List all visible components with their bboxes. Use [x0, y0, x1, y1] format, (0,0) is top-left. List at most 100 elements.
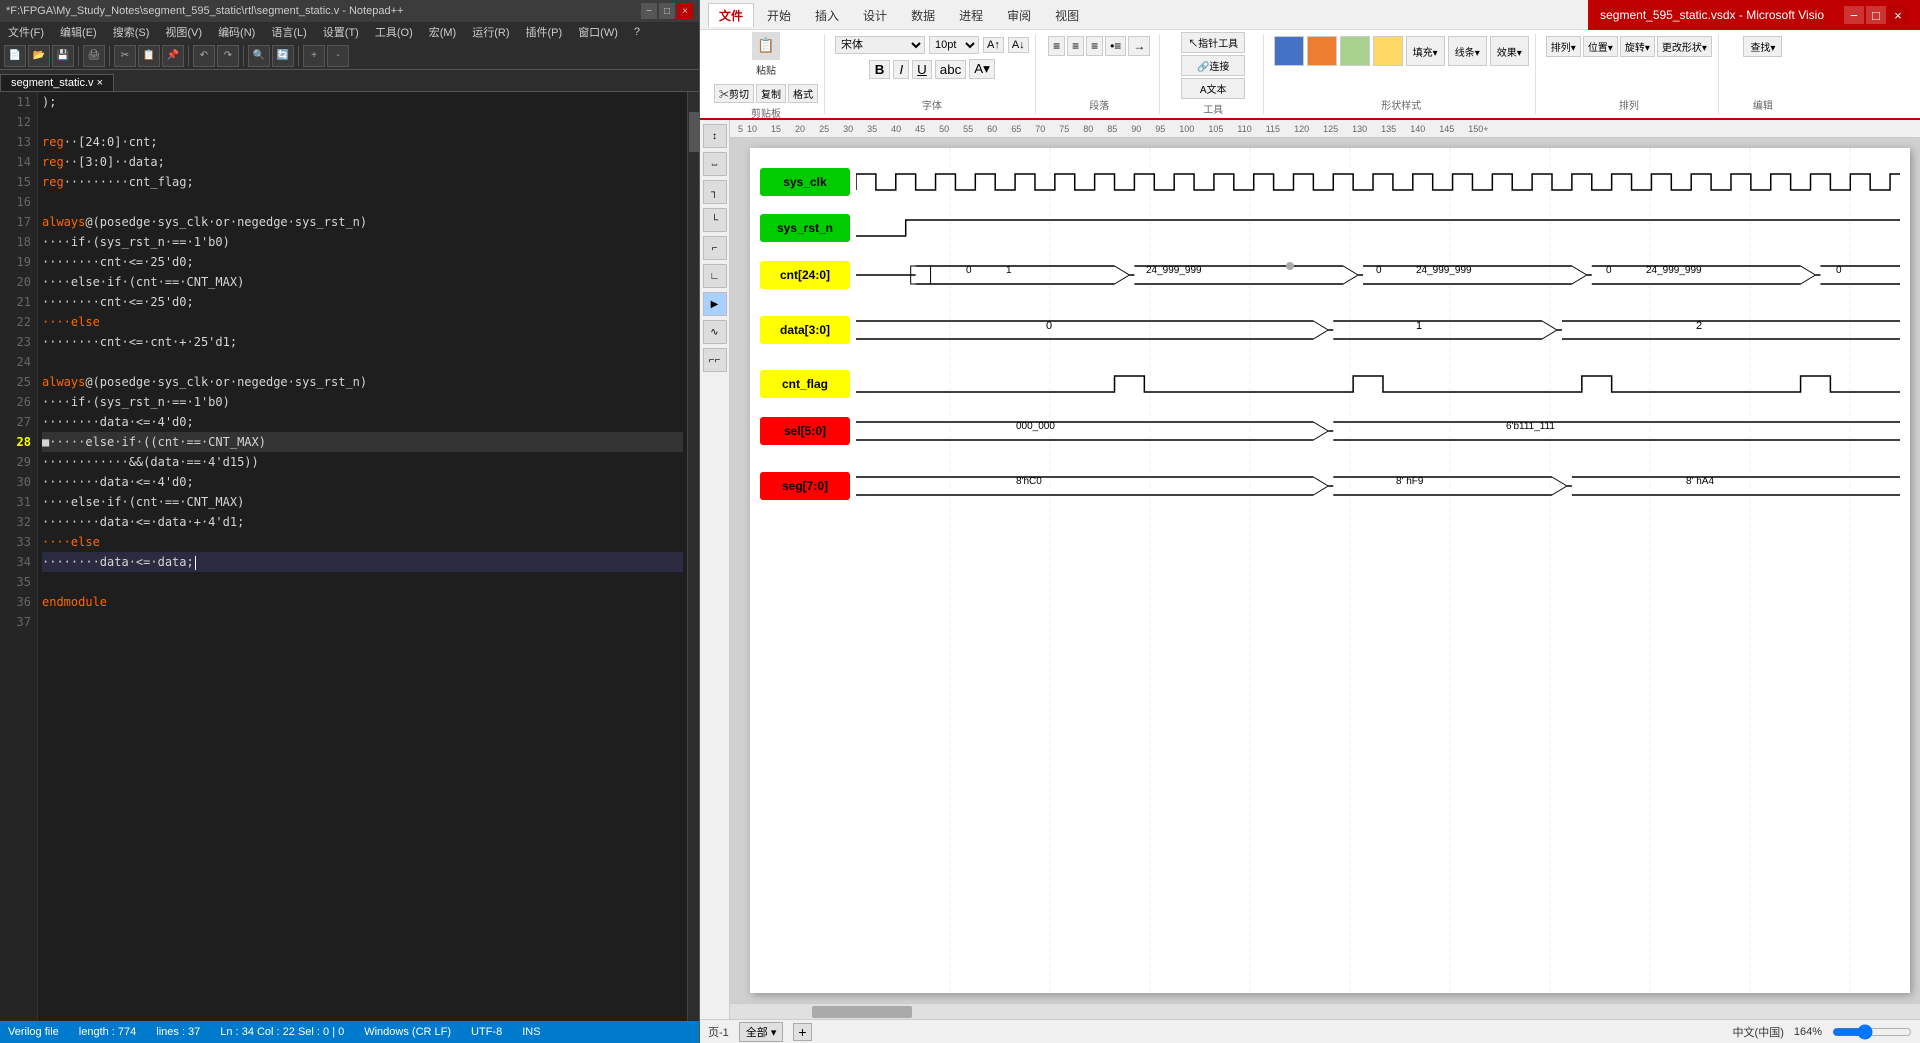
font-decrease-btn[interactable]: A↓ — [1008, 37, 1029, 53]
left-tool-6[interactable]: ∟ — [703, 264, 727, 288]
tab-design[interactable]: 设计 — [852, 3, 898, 27]
visio-close-btn[interactable]: × — [1888, 6, 1908, 24]
left-tool-step[interactable]: ⌐⌐ — [703, 348, 727, 372]
notepad-maximize-btn[interactable]: □ — [659, 3, 675, 19]
left-tool-1[interactable]: ↕ — [703, 124, 727, 148]
visio-canvas[interactable]: sys_clk sys_rst_n — [730, 138, 1920, 1003]
bold-btn[interactable]: B — [869, 60, 891, 79]
pointer-tool-btn[interactable]: ↖指针工具 — [1181, 32, 1245, 53]
bullet-btn[interactable]: •≡ — [1105, 36, 1126, 56]
toolbar-replace[interactable]: 🔄 — [272, 45, 294, 67]
menu-macro[interactable]: 宏(M) — [425, 24, 461, 40]
toolbar-redo[interactable]: ↷ — [217, 45, 239, 67]
ribbon-paste-btn[interactable]: 📋 粘贴 — [746, 30, 786, 80]
visio-minimize-btn[interactable]: − — [1844, 6, 1864, 24]
left-tool-4[interactable]: └ — [703, 208, 727, 232]
menu-plugins[interactable]: 插件(P) — [522, 24, 567, 40]
toolbar-paste[interactable]: 📌 — [162, 45, 184, 67]
tab-segment-static[interactable]: segment_static.v × — [0, 74, 114, 91]
menu-view[interactable]: 视图(V) — [161, 24, 206, 40]
visio-maximize-btn[interactable]: □ — [1866, 6, 1886, 24]
tab-home[interactable]: 开始 — [756, 3, 802, 27]
tab-process[interactable]: 进程 — [948, 3, 994, 27]
toolbar-new[interactable]: 📄 — [4, 45, 26, 67]
notepad-minimize-btn[interactable]: − — [641, 3, 657, 19]
underline-btn[interactable]: U — [912, 60, 932, 79]
menu-settings[interactable]: 设置(T) — [319, 24, 363, 40]
line-btn[interactable]: 线条▾ — [1448, 36, 1487, 66]
line-num-35: 35 — [6, 572, 31, 592]
paragraph-btns: ≡ ≡ ≡ •≡ → — [1048, 36, 1150, 56]
menu-help[interactable]: ? — [630, 26, 644, 38]
resize-btn[interactable]: 更改形状▾ — [1657, 36, 1712, 57]
tab-file[interactable]: 文件 — [708, 3, 754, 27]
tab-data[interactable]: 数据 — [900, 3, 946, 27]
find-btn[interactable]: 查找▾ — [1743, 36, 1782, 57]
effects-btn[interactable]: 效果▾ — [1490, 36, 1529, 66]
menu-encoding[interactable]: 编码(N) — [214, 24, 259, 40]
arrange-btn[interactable]: 排列▾ — [1546, 36, 1581, 57]
menu-run[interactable]: 运行(R) — [468, 24, 513, 40]
rotate-btn[interactable]: 旋转▾ — [1620, 36, 1655, 57]
toolbar-find[interactable]: 🔍 — [248, 45, 270, 67]
toolbar-zoom-in[interactable]: + — [303, 45, 325, 67]
font-color-btn[interactable]: A▾ — [969, 59, 995, 79]
menu-window[interactable]: 窗口(W) — [574, 24, 622, 40]
left-tool-3[interactable]: ┐ — [703, 180, 727, 204]
scrollbar-thumb-h[interactable] — [812, 1006, 912, 1018]
visio-page-indicator: 页-1 — [708, 1024, 729, 1040]
style-4[interactable] — [1373, 36, 1403, 66]
left-tool-wave[interactable]: ∿ — [703, 320, 727, 344]
code-editor[interactable]: ); reg··[24:0]·cnt; reg··[3:0]··data; re… — [38, 92, 687, 1021]
menu-language[interactable]: 语言(L) — [267, 24, 310, 40]
align-right-btn[interactable]: ≡ — [1086, 36, 1103, 56]
connector-tool-btn[interactable]: 🔗连接 — [1181, 55, 1245, 76]
ribbon-format-copy-btn[interactable]: 格式 — [788, 84, 818, 103]
font-size-select[interactable]: 10pt — [929, 36, 979, 54]
zoom-all-btn[interactable]: 全部 ▾ — [739, 1022, 784, 1042]
indent-btn[interactable]: → — [1128, 36, 1150, 56]
font-increase-btn[interactable]: A↑ — [983, 37, 1004, 53]
left-tool-2[interactable]: ⇔ — [703, 152, 727, 176]
style-3[interactable] — [1340, 36, 1370, 66]
left-tool-5[interactable]: ⌐ — [703, 236, 727, 260]
toolbar-copy[interactable]: 📋 — [138, 45, 160, 67]
zoom-slider[interactable] — [1832, 1024, 1912, 1040]
toolbar-undo[interactable]: ↶ — [193, 45, 215, 67]
fill-btn[interactable]: 填充▾ — [1406, 36, 1445, 66]
line-num-36: 36 — [6, 592, 31, 612]
font-family-select[interactable]: 宋体 — [835, 36, 925, 54]
status-mode: INS — [522, 1026, 540, 1038]
notepad-close-btn[interactable]: × — [677, 3, 693, 19]
menu-search[interactable]: 搜索(S) — [109, 24, 154, 40]
toolbar-print[interactable]: 🖨 — [83, 45, 105, 67]
ribbon-cut-btn[interactable]: ✂剪切 — [714, 84, 754, 103]
menu-file[interactable]: 文件(F) — [4, 24, 48, 40]
menu-edit[interactable]: 编辑(E) — [56, 24, 101, 40]
italic-btn[interactable]: I — [893, 60, 909, 79]
add-page-btn[interactable]: + — [793, 1023, 811, 1041]
style-1[interactable] — [1274, 36, 1304, 66]
ribbon-copy-btn[interactable]: 复制 — [756, 84, 786, 103]
tab-review[interactable]: 审阅 — [996, 3, 1042, 27]
toolbar-open[interactable]: 📂 — [28, 45, 50, 67]
scroll-thumb[interactable] — [689, 112, 699, 152]
visio-scrollbar-h[interactable] — [730, 1003, 1920, 1019]
code-line-19: ········cnt·<=·25'd0; — [42, 252, 683, 272]
align-left-btn[interactable]: ≡ — [1048, 36, 1065, 56]
toolbar-save[interactable]: 💾 — [52, 45, 74, 67]
tab-view[interactable]: 视图 — [1044, 3, 1090, 27]
notepad-scrollbar[interactable] — [687, 92, 699, 1021]
sys-clk-svg — [856, 168, 1900, 196]
tab-insert[interactable]: 插入 — [804, 3, 850, 27]
align-center-btn[interactable]: ≡ — [1067, 36, 1084, 56]
position-btn[interactable]: 位置▾ — [1583, 36, 1618, 57]
text-tool-btn[interactable]: A文本 — [1181, 78, 1245, 99]
style-2[interactable] — [1307, 36, 1337, 66]
toolbar-cut[interactable]: ✂ — [114, 45, 136, 67]
menu-tools[interactable]: 工具(O) — [371, 24, 417, 40]
strikethrough-btn[interactable]: abc — [935, 60, 967, 79]
cnt-val-24m-3: 24_999_999 — [1646, 265, 1702, 276]
left-tool-cursor[interactable]: ▶ — [703, 292, 727, 316]
toolbar-zoom-out[interactable]: - — [327, 45, 349, 67]
